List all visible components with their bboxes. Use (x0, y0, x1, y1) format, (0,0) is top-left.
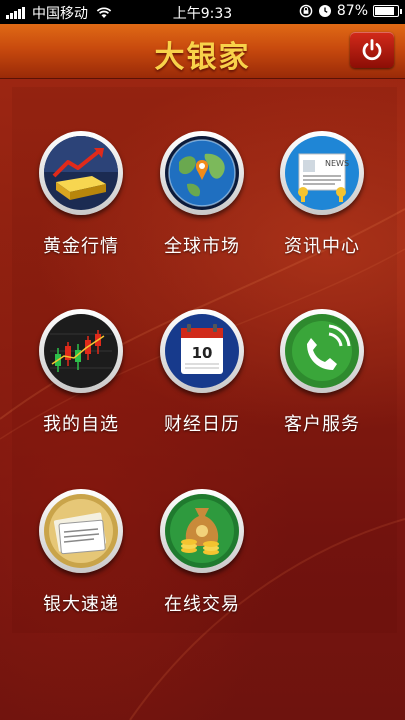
phone-icon (285, 314, 359, 388)
status-bar: 中国移动 上午9:33 87% (0, 0, 405, 24)
candlestick-chart-icon (44, 314, 118, 388)
menu-item-label: 客户服务 (284, 414, 360, 435)
menu-item-customer-service[interactable]: 客户服务 (262, 309, 382, 459)
calendar-day: 10 (192, 344, 213, 362)
battery-icon (373, 5, 402, 17)
menu-item-label: 财经日历 (164, 414, 240, 435)
newspaper-icon-text: NEWS (325, 159, 349, 168)
menu-item-my-watchlist[interactable]: 我的自选 (21, 309, 141, 459)
power-icon (362, 39, 382, 61)
battery-percent: 87% (336, 3, 368, 19)
menu-item-yinda-express[interactable]: 银大速递 (21, 489, 141, 639)
menu-item-gold-quotes[interactable]: 黄金行情 (21, 131, 141, 281)
rotation-lock-icon (299, 4, 313, 18)
gold-bar-chart-icon (44, 136, 118, 210)
status-right: 87% (299, 3, 402, 19)
main-menu-area: 黄金行情 全球市场 NEWS 资讯中心 我的自选 10 财经日历 客户服务 银大… (0, 79, 405, 720)
news-paper-gold-icon (44, 494, 118, 568)
menu-item-label: 全球市场 (164, 236, 240, 257)
menu-item-label: 黄金行情 (43, 236, 119, 257)
menu-item-label: 我的自选 (43, 414, 119, 435)
battery-level (375, 7, 394, 15)
money-bag-icon (165, 494, 239, 568)
menu-item-online-trading[interactable]: 在线交易 (142, 489, 262, 639)
power-button[interactable] (350, 32, 394, 68)
alarm-clock-icon (318, 5, 331, 17)
calendar-icon: 10 (165, 314, 239, 388)
menu-item-global-markets[interactable]: 全球市场 (142, 131, 262, 281)
newspaper-icon: NEWS (285, 136, 359, 210)
globe-location-icon (165, 136, 239, 210)
app-header: 大银家 (0, 24, 405, 79)
menu-item-news-center[interactable]: NEWS 资讯中心 (262, 131, 382, 281)
menu-item-label: 资讯中心 (284, 236, 360, 257)
menu-item-finance-calendar[interactable]: 10 财经日历 (142, 309, 262, 459)
menu-item-label: 在线交易 (164, 594, 240, 615)
menu-item-label: 银大速递 (43, 594, 119, 615)
app-title: 大银家 (154, 40, 251, 75)
